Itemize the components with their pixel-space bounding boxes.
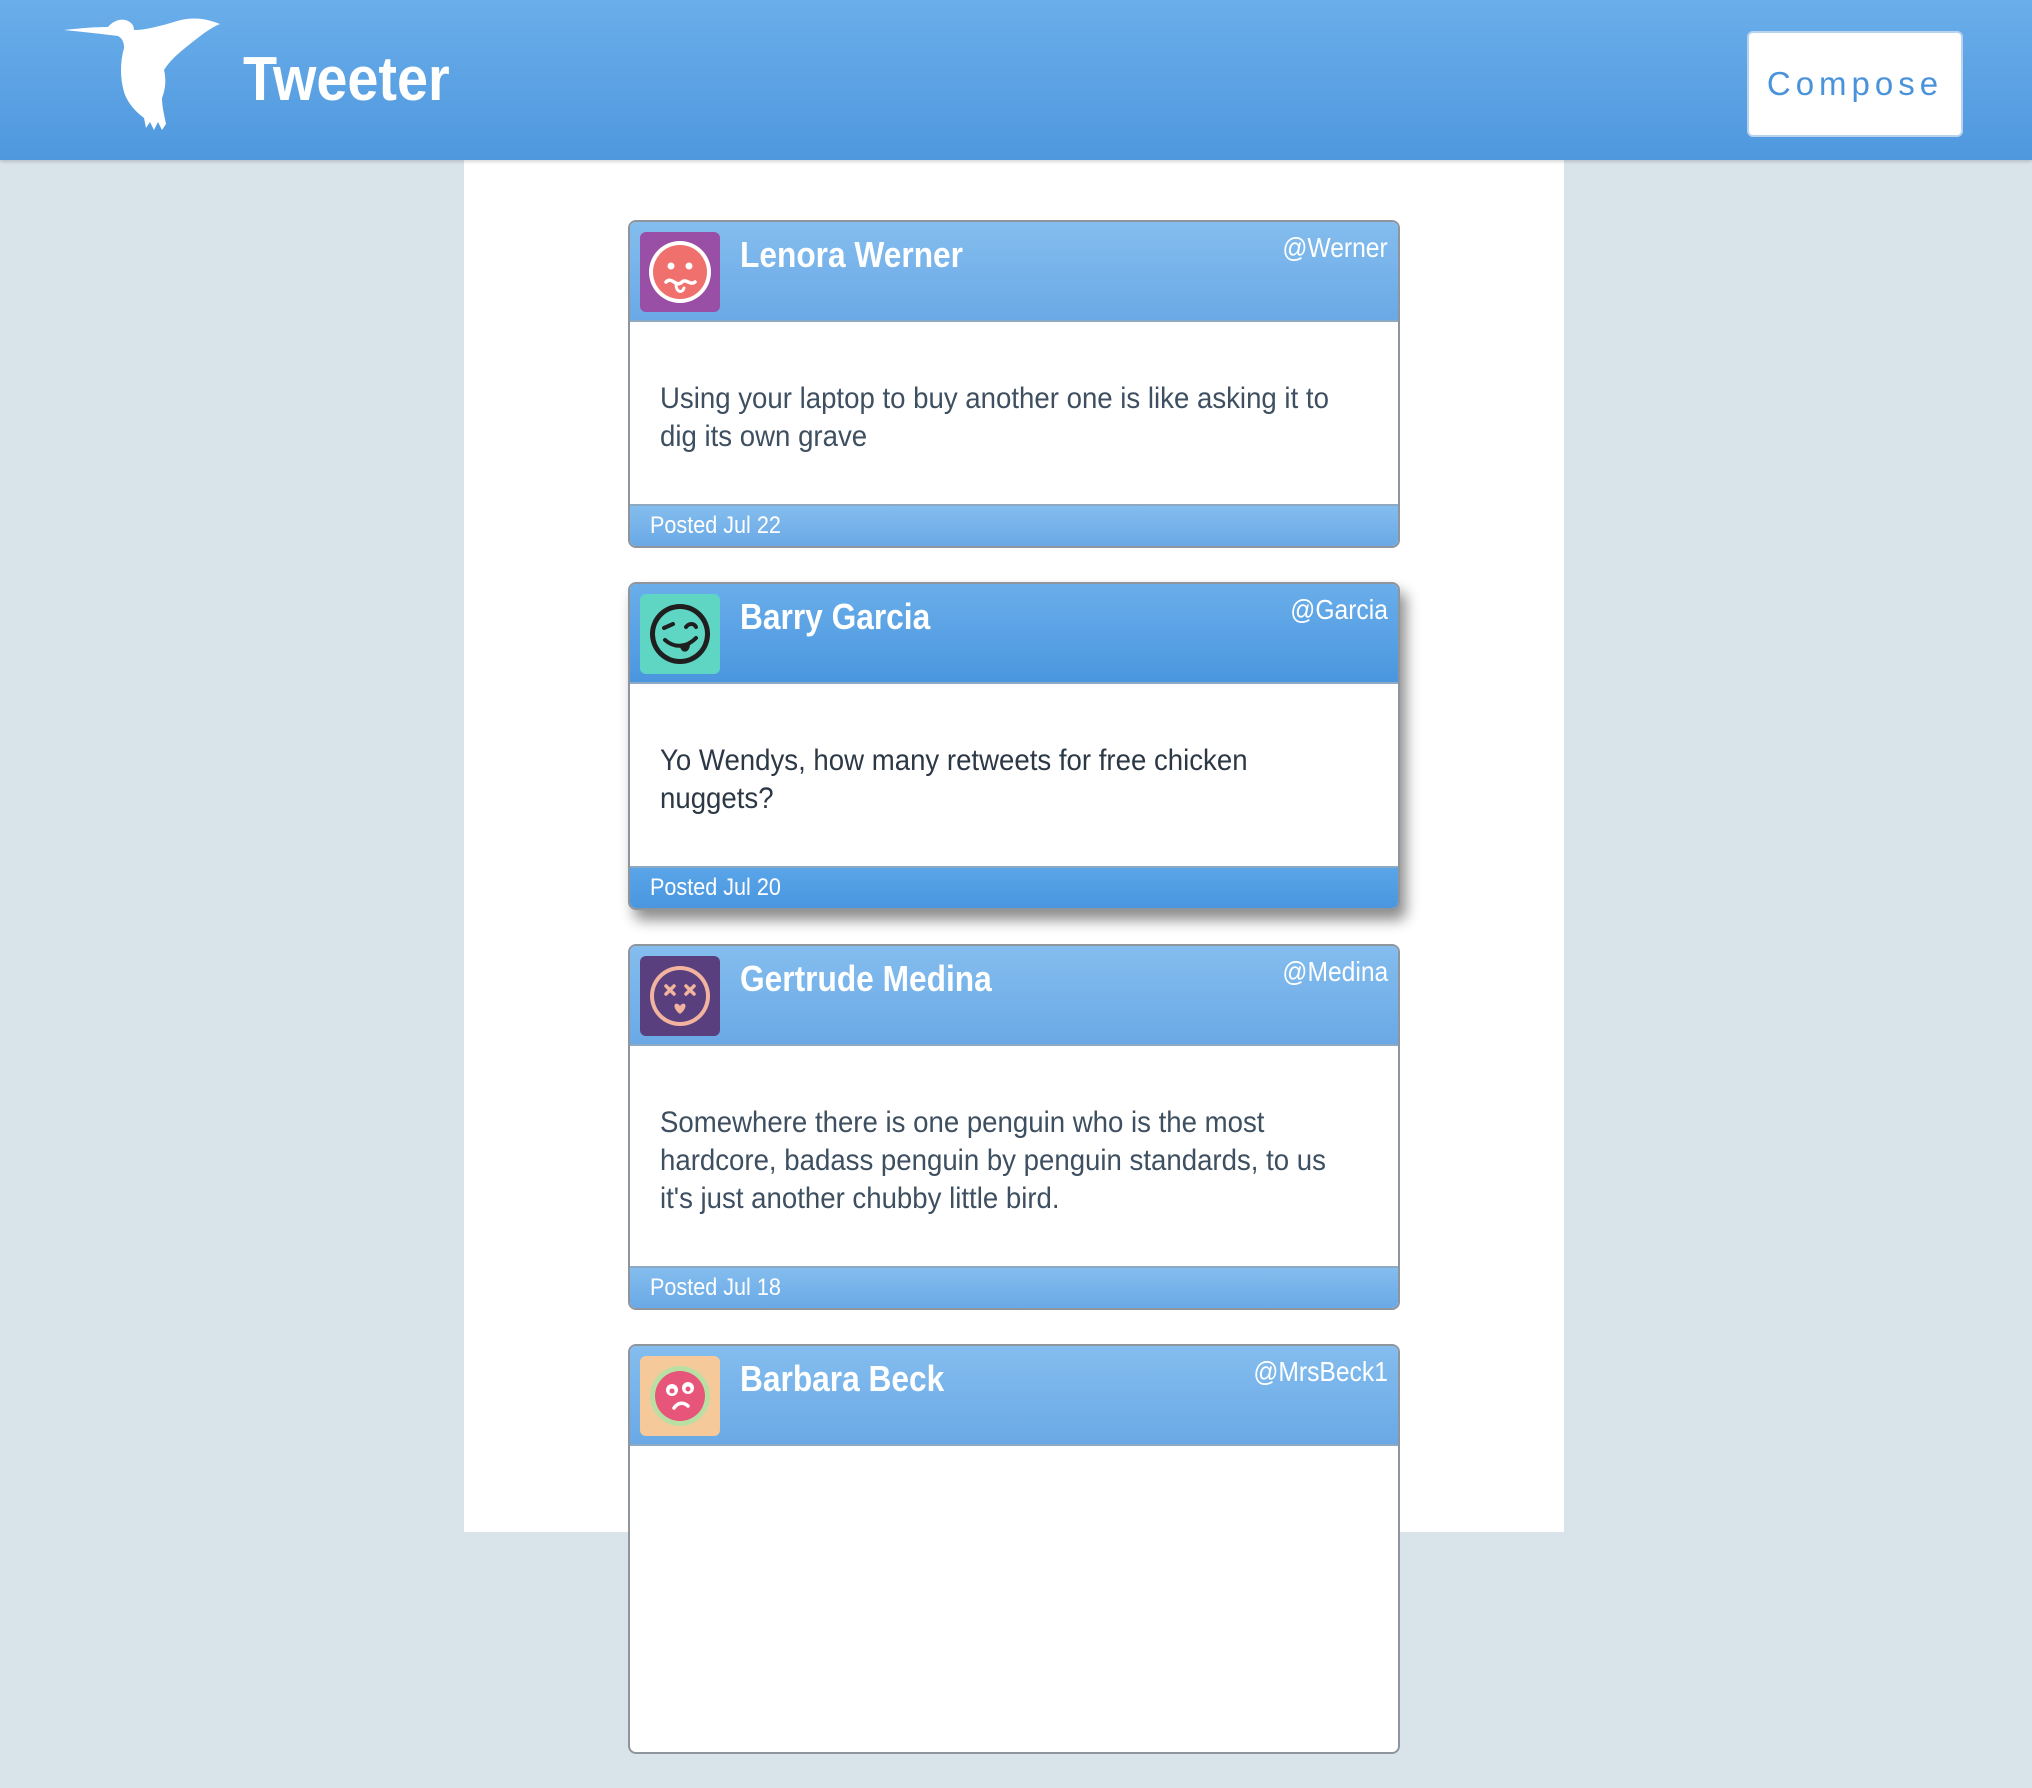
tweet-footer: Posted Jul 18 <box>630 1266 1398 1308</box>
posted-date: Posted Jul 18 <box>650 1274 781 1301</box>
tweet-card[interactable]: Gertrude Medina @Medina Somewhere there … <box>628 944 1400 1310</box>
author-handle: @Garcia <box>1290 594 1388 625</box>
tweet-card[interactable]: Lenora Werner @Werner Using your laptop … <box>628 220 1400 548</box>
author-handle: @Medina <box>1282 956 1388 987</box>
author-name: Gertrude Medina <box>740 958 992 999</box>
sick-face-avatar <box>640 232 720 312</box>
tweet-body: Using your laptop to buy another one is … <box>630 322 1398 504</box>
brand-title[interactable]: Tweeter <box>243 44 450 115</box>
author-name: Barbara Beck <box>740 1358 945 1399</box>
tweet-body <box>630 1446 1398 1752</box>
posted-date: Posted Jul 22 <box>650 512 781 539</box>
tongue-out-face-avatar <box>640 594 720 674</box>
compose-button[interactable]: Compose <box>1747 31 1963 137</box>
navbar: Tweeter Compose <box>0 0 2032 160</box>
posted-date: Posted Jul 20 <box>650 874 781 901</box>
tweet-footer: Posted Jul 22 <box>630 504 1398 546</box>
shocked-face-avatar <box>640 1356 720 1436</box>
author-handle: @MrsBeck1 <box>1253 1356 1388 1387</box>
tweet-header: Gertrude Medina @Medina <box>630 946 1398 1046</box>
tweet-text: Using your laptop to buy another one is … <box>660 382 1329 453</box>
tweet-card[interactable]: Barbara Beck @MrsBeck1 <box>628 1344 1400 1754</box>
tweet-card[interactable]: Barry Garcia @Garcia Yo Wendys, how many… <box>628 582 1400 910</box>
author-name: Barry Garcia <box>740 596 931 637</box>
tweet-body: Yo Wendys, how many retweets for free ch… <box>630 684 1398 866</box>
dizzy-face-avatar <box>640 956 720 1036</box>
author-handle: @Werner <box>1282 232 1388 263</box>
tweet-body: Somewhere there is one penguin who is th… <box>630 1046 1398 1266</box>
tweet-text: Somewhere there is one penguin who is th… <box>660 1106 1326 1215</box>
main-content: Lenora Werner @Werner Using your laptop … <box>464 160 1564 1754</box>
tweet-header: Barry Garcia @Garcia <box>630 584 1398 684</box>
tweet-text: Yo Wendys, how many retweets for free ch… <box>660 744 1248 815</box>
tweet-header: Lenora Werner @Werner <box>630 222 1398 322</box>
tweet-header: Barbara Beck @MrsBeck1 <box>630 1346 1398 1446</box>
tweet-footer: Posted Jul 20 <box>630 866 1398 908</box>
author-name: Lenora Werner <box>740 234 963 275</box>
hummingbird-icon[interactable] <box>62 18 222 134</box>
tweet-feed: Lenora Werner @Werner Using your laptop … <box>628 220 1400 1788</box>
